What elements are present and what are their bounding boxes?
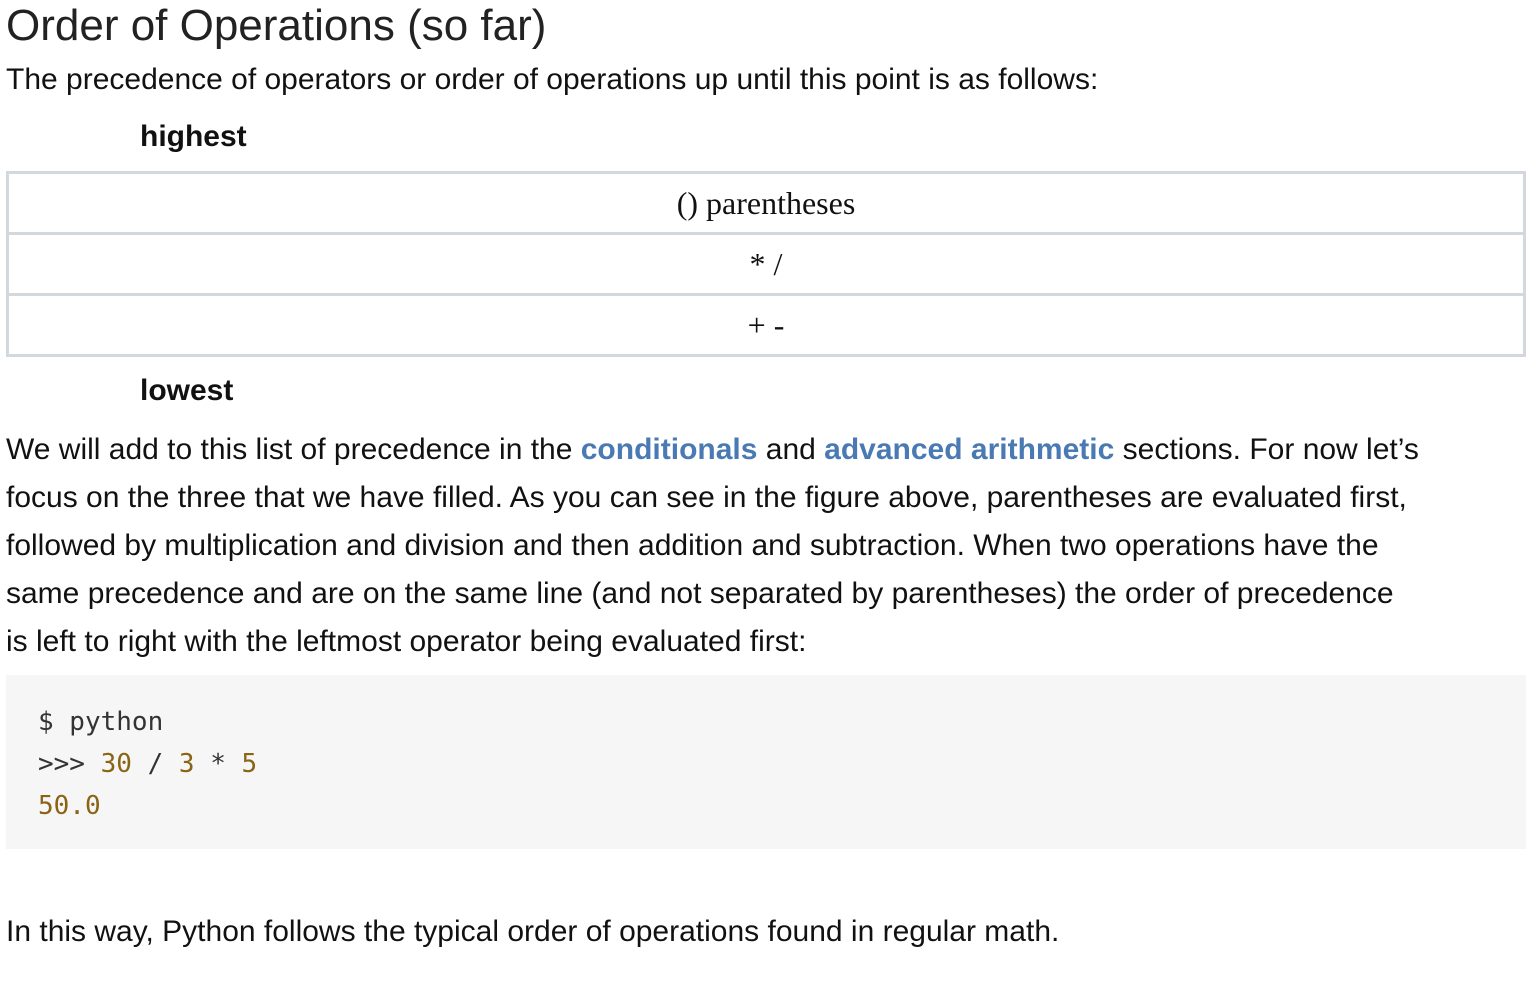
code-prompt: >>> <box>38 749 101 779</box>
precedence-table: () parentheses * / + - <box>6 171 1526 357</box>
paragraph-line: is left to right with the leftmost opera… <box>6 625 807 658</box>
precedence-parentheses: () parentheses <box>6 171 1526 235</box>
code-number: 30 <box>100 749 132 779</box>
paragraph-line: focus on the three that we have filled. … <box>6 481 1407 514</box>
page-title: Order of Operations (so far) <box>6 1 547 50</box>
code-operator: / <box>131 749 179 779</box>
paragraph-text: and <box>757 433 825 466</box>
table-row: + - <box>6 293 1526 357</box>
paragraph-text: We will add to this list of precedence i… <box>6 433 581 466</box>
paragraph-line: followed by multiplication and division … <box>6 529 1379 562</box>
precedence-add-subtract: + - <box>6 293 1526 357</box>
explanation-paragraph: We will add to this list of precedence i… <box>6 426 1526 666</box>
highest-label: highest <box>140 120 247 153</box>
code-number: 3 <box>178 749 195 779</box>
table-row: () parentheses <box>6 171 1526 235</box>
paragraph-line: same precedence and are on the same line… <box>6 577 1394 610</box>
code-block: $ python >>> 30 / 3 * 5 50.0 <box>6 675 1526 849</box>
code-result: 50.0 <box>38 791 101 821</box>
code-operator: * <box>194 749 242 779</box>
table-row: * / <box>6 232 1526 296</box>
paragraph-text: sections. For now let’s <box>1114 433 1419 466</box>
code-number: 5 <box>241 749 258 779</box>
lowest-label: lowest <box>140 374 234 407</box>
advanced-arithmetic-link[interactable]: advanced arithmetic <box>824 433 1114 466</box>
code-content: $ python >>> 30 / 3 * 5 50.0 <box>38 701 257 827</box>
conditionals-link[interactable]: conditionals <box>581 433 758 466</box>
intro-text: The precedence of operators or order of … <box>6 63 1099 96</box>
closing-text: In this way, Python follows the typical … <box>6 915 1060 948</box>
precedence-multiply-divide: * / <box>6 232 1526 296</box>
code-line-command: $ python <box>38 707 164 737</box>
paragraph-line: We will add to this list of precedence i… <box>6 426 1526 474</box>
